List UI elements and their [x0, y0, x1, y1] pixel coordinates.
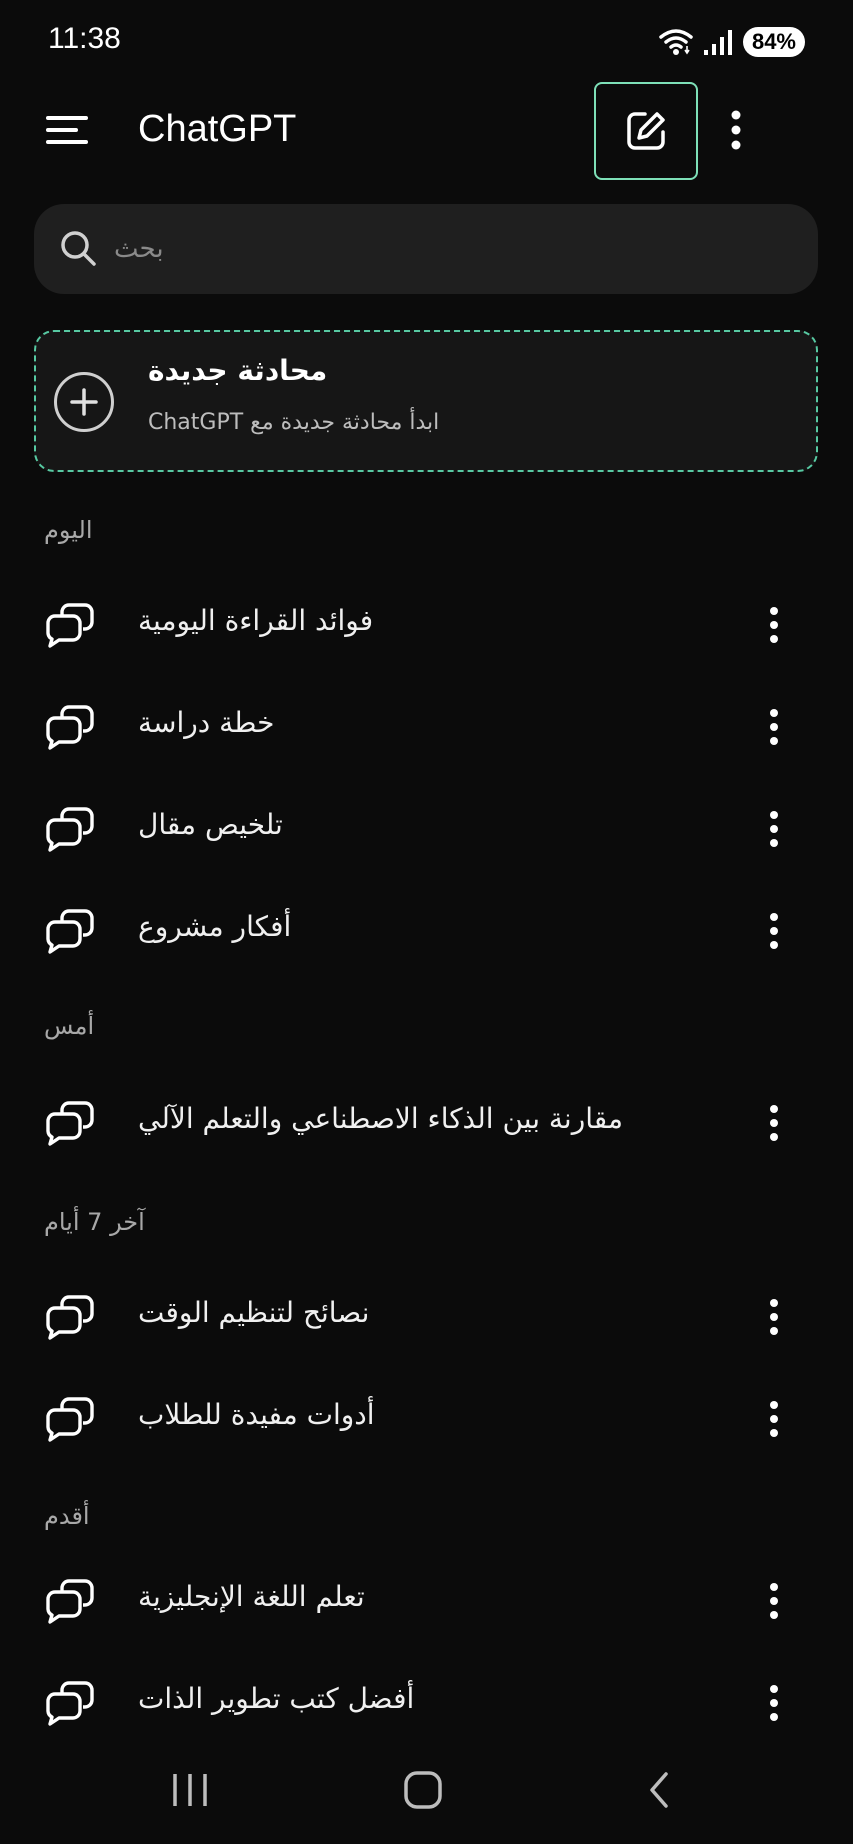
more-vertical-icon — [770, 811, 778, 847]
new-conversation-card[interactable]: محادثة جديدة ابدأ محادثة جديدة مع ChatGP… — [34, 330, 818, 472]
chat-title: أفكار مشروع — [138, 910, 292, 943]
chat-list-item[interactable]: أدوات مفيدة للطلاب — [0, 1374, 853, 1464]
wifi-icon — [659, 29, 693, 55]
chat-title: تلخيص مقال — [138, 808, 283, 841]
chat-options-button[interactable] — [756, 1576, 792, 1626]
status-icons: 84% — [659, 24, 805, 60]
app-title: ChatGPT — [138, 108, 297, 150]
chat-list-item[interactable]: مقارنة بين الذكاء الاصطناعي والتعلم الآل… — [0, 1078, 853, 1168]
chat-title: مقارنة بين الذكاء الاصطناعي والتعلم الآل… — [138, 1102, 623, 1135]
app-header: ChatGPT — [0, 80, 853, 180]
more-vertical-icon — [731, 110, 741, 150]
chat-title: فوائد القراءة اليومية — [138, 604, 374, 637]
chat-bubble-icon — [46, 807, 94, 852]
chat-list-item[interactable]: خطة دراسة — [0, 682, 853, 772]
signal-icon — [703, 30, 732, 55]
more-vertical-icon — [770, 1105, 778, 1141]
edit-icon — [627, 112, 665, 150]
chat-list-item[interactable]: فوائد القراءة اليومية — [0, 580, 853, 670]
chat-options-button[interactable] — [756, 702, 792, 752]
menu-button[interactable] — [44, 110, 92, 150]
new-conversation-title: محادثة جديدة — [148, 354, 328, 387]
chat-title: تعلم اللغة الإنجليزية — [138, 1580, 365, 1613]
section-label-yesterday: أمس — [44, 1012, 95, 1040]
more-vertical-icon — [770, 607, 778, 643]
more-vertical-icon — [770, 1401, 778, 1437]
chat-list-item[interactable]: أفكار مشروع — [0, 886, 853, 976]
home-icon — [404, 1771, 442, 1809]
chat-bubble-icon — [46, 1579, 94, 1624]
chat-title: نصائح لتنظيم الوقت — [138, 1296, 370, 1329]
chat-options-button[interactable] — [756, 600, 792, 650]
more-vertical-icon — [770, 1299, 778, 1335]
recents-icon — [173, 1774, 207, 1806]
plus-circle-icon — [54, 372, 114, 432]
battery-indicator: 84% — [742, 27, 805, 57]
chat-bubble-icon — [46, 909, 94, 954]
chat-options-button[interactable] — [756, 1394, 792, 1444]
section-label-today: اليوم — [44, 516, 93, 544]
search-input[interactable] — [114, 224, 794, 274]
chat-bubble-icon — [46, 1681, 94, 1726]
more-vertical-icon — [770, 913, 778, 949]
chat-options-button[interactable] — [756, 1292, 792, 1342]
search-bar[interactable] — [34, 204, 818, 294]
chat-list-item[interactable]: نصائح لتنظيم الوقت — [0, 1272, 853, 1362]
chat-bubble-icon — [46, 705, 94, 750]
chat-title: أدوات مفيدة للطلاب — [138, 1398, 375, 1431]
home-button[interactable] — [402, 1770, 446, 1814]
more-vertical-icon — [770, 709, 778, 745]
chat-options-button[interactable] — [756, 906, 792, 956]
chat-options-button[interactable] — [756, 804, 792, 854]
new-conversation-subtitle: ابدأ محادثة جديدة مع ChatGPT — [148, 410, 440, 435]
chat-bubble-icon — [46, 1397, 94, 1442]
more-vertical-icon — [770, 1583, 778, 1619]
chat-title: أفضل كتب تطوير الذات — [138, 1682, 415, 1715]
chat-options-button[interactable] — [756, 1678, 792, 1728]
system-nav-bar — [0, 1740, 853, 1844]
section-label-last-7-days: آخر 7 أيام — [44, 1208, 145, 1236]
back-icon — [650, 1772, 668, 1808]
chat-bubble-icon — [46, 1295, 94, 1340]
back-button[interactable] — [644, 1770, 674, 1814]
chat-options-button[interactable] — [756, 1098, 792, 1148]
more-options-button[interactable] — [716, 104, 756, 156]
status-time: 11:38 — [48, 22, 121, 55]
chat-list-item[interactable]: أفضل كتب تطوير الذات — [0, 1658, 853, 1748]
chat-list-item[interactable]: تعلم اللغة الإنجليزية — [0, 1556, 853, 1646]
menu-icon — [46, 116, 88, 144]
status-bar: 11:38 84% — [0, 0, 853, 84]
search-icon — [61, 231, 96, 266]
recents-button[interactable] — [170, 1770, 210, 1814]
more-vertical-icon — [770, 1685, 778, 1721]
chat-bubble-icon — [46, 1101, 94, 1146]
chat-list-item[interactable]: تلخيص مقال — [0, 784, 853, 874]
chat-bubble-icon — [46, 603, 94, 648]
section-label-older: أقدم — [44, 1502, 90, 1530]
new-chat-button[interactable] — [594, 82, 698, 180]
chat-title: خطة دراسة — [138, 706, 275, 739]
